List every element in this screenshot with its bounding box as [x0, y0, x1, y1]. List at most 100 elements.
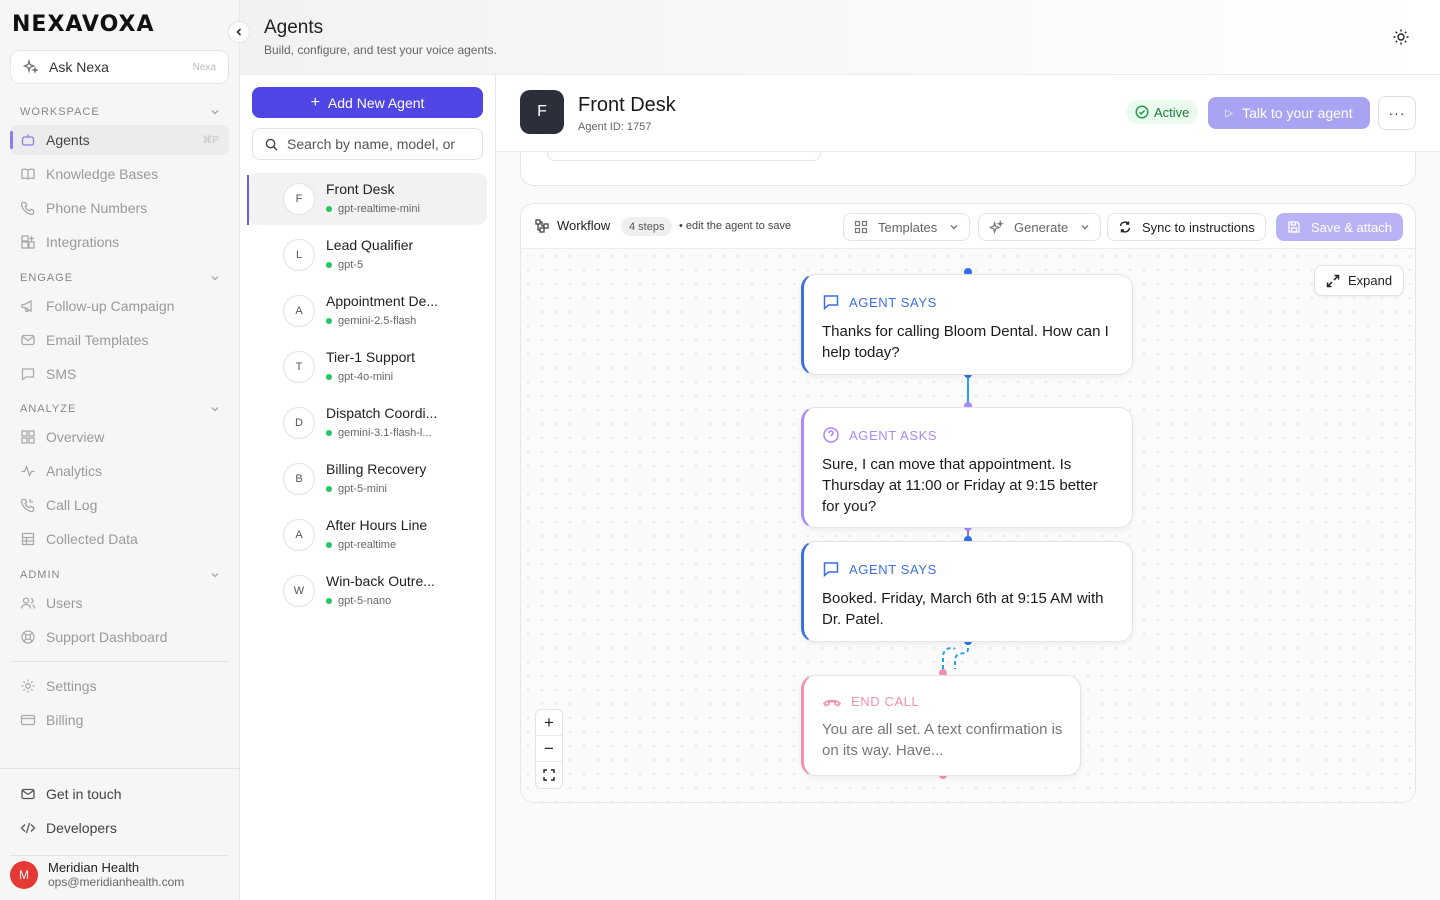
settings-card	[520, 152, 1416, 186]
search-input[interactable]	[287, 136, 457, 152]
sidebar-item-call-log[interactable]: Call Log	[10, 490, 229, 520]
agent-list-item[interactable]: B Billing Recovery gpt-5-mini	[248, 453, 487, 505]
sidebar-item-follow-up-campaign[interactable]: Follow-up Campaign	[10, 291, 229, 321]
templates-dropdown[interactable]: Templates	[843, 213, 971, 241]
sidebar-item-label: Billing	[46, 712, 84, 728]
section-engage[interactable]: ENGAGE	[20, 272, 220, 284]
fit-view-button[interactable]	[536, 762, 562, 788]
sidebar-item-label: Settings	[46, 678, 97, 694]
theme-toggle-button[interactable]	[1392, 28, 1410, 51]
ask-nexa-label: Ask Nexa	[49, 59, 109, 75]
sidebar-item-label: Users	[46, 595, 83, 611]
phone-off-icon	[822, 699, 842, 707]
workflow-canvas[interactable]: Expand AGENT SAYS Thanks for calling Blo…	[521, 249, 1415, 802]
sidebar-item-sms[interactable]: SMS	[10, 359, 229, 389]
sync-to-instructions-button[interactable]: Sync to instructions	[1107, 213, 1266, 241]
expand-button[interactable]: Expand	[1314, 265, 1405, 296]
page-title: Agents	[264, 17, 324, 38]
sidebar-item-overview[interactable]: Overview	[10, 422, 229, 452]
sidebar-item-agents[interactable]: Agents ⌘P	[10, 125, 229, 155]
agent-list-item[interactable]: T Tier-1 Support gpt-4o-mini	[248, 341, 487, 393]
sidebar-item-email-templates[interactable]: Email Templates	[10, 325, 229, 355]
sidebar-item-label: Call Log	[46, 497, 98, 513]
section-workspace[interactable]: WORKSPACE	[20, 106, 220, 118]
sidebar-item-collected-data[interactable]: Collected Data	[10, 524, 229, 554]
agent-list-item[interactable]: W Win-back Outre... gpt-5-nano	[248, 565, 487, 617]
sidebar-item-analytics[interactable]: Analytics	[10, 456, 229, 486]
section-title: ENGAGE	[20, 272, 74, 284]
agent-name: Appointment De...	[326, 293, 439, 309]
agent-avatar: D	[283, 407, 315, 439]
shortcut-hint: ⌘P	[202, 134, 219, 146]
agent-header: F Front Desk Agent ID: 1757 Active ▷ Tal…	[496, 75, 1440, 152]
sidebar-item-billing[interactable]: Billing	[10, 705, 229, 735]
section-admin[interactable]: ADMIN	[20, 569, 220, 581]
code-icon	[20, 822, 36, 834]
search-icon	[265, 138, 278, 151]
sidebar-item-knowledge-bases[interactable]: Knowledge Bases	[10, 159, 229, 189]
expand-icon	[1326, 274, 1340, 287]
table-icon	[21, 532, 35, 546]
status-dot	[326, 374, 332, 380]
grid-icon	[854, 220, 868, 234]
workflow-node-end-call[interactable]: END CALL You are all set. A text confirm…	[801, 675, 1081, 776]
sidebar-item-label: Analytics	[46, 463, 103, 479]
agent-list-item[interactable]: F Front Desk gpt-realtime-mini	[247, 173, 487, 225]
agent-name: After Hours Line	[326, 517, 428, 533]
agent-list-item[interactable]: L Lead Qualifier gpt-5	[248, 229, 487, 281]
node-text: Booked. Friday, March 6th at 9:15 AM wit…	[822, 590, 1104, 628]
workflow-node-agent-asks[interactable]: AGENT ASKS Sure, I can move that appoint…	[801, 407, 1133, 528]
generate-dropdown[interactable]: Generate	[978, 213, 1102, 241]
users-icon	[20, 597, 36, 609]
sidebar-item-phone-numbers[interactable]: Phone Numbers	[10, 193, 229, 223]
node-kind: AGENT SAYS	[849, 294, 937, 310]
zoom-in-button[interactable]: +	[536, 710, 562, 736]
collapse-sidebar-button[interactable]	[228, 21, 250, 43]
add-new-agent-button[interactable]: + Add New Agent	[252, 87, 483, 118]
zoom-out-button[interactable]: −	[536, 736, 562, 762]
sidebar-item-get-in-touch[interactable]: Get in touch	[10, 779, 229, 809]
agent-name: Billing Recovery	[326, 461, 427, 477]
sidebar-item-settings[interactable]: Settings	[10, 671, 229, 701]
workflow-node-agent-says[interactable]: AGENT SAYS Thanks for calling Bloom Dent…	[801, 274, 1133, 375]
sidebar-item-label: Get in touch	[46, 786, 122, 802]
chevron-down-icon	[211, 110, 219, 115]
node-text: You are all set. A text confirmation is …	[822, 721, 1063, 759]
agent-avatar: L	[283, 239, 315, 271]
workflow-node-agent-says[interactable]: AGENT SAYS Booked. Friday, March 6th at …	[801, 541, 1133, 642]
chevron-down-icon	[211, 407, 219, 412]
talk-to-agent-button[interactable]: ▷ Talk to your agent	[1208, 97, 1370, 129]
save-and-attach-button[interactable]: Save & attach	[1276, 213, 1403, 241]
page-header: Agents Build, configure, and test your v…	[240, 0, 1440, 75]
agent-name: Tier-1 Support	[326, 349, 415, 365]
agent-id: Agent ID: 1757	[578, 121, 652, 133]
message-square-icon	[823, 562, 839, 578]
sidebar-item-users[interactable]: Users	[10, 588, 229, 618]
generate-label: Generate	[1014, 219, 1069, 235]
sidebar-item-label: Support Dashboard	[46, 629, 168, 645]
status-label: Active	[1154, 104, 1190, 120]
agent-list-item[interactable]: D Dispatch Coordi... gemini-3.1-flash-l...	[248, 397, 487, 449]
sidebar-item-integrations[interactable]: Integrations	[10, 227, 229, 257]
sidebar-item-label: Integrations	[46, 234, 120, 250]
sidebar-item-support-dashboard[interactable]: Support Dashboard	[10, 622, 229, 652]
agent-search[interactable]	[252, 128, 483, 160]
sidebar-item-developers[interactable]: Developers	[10, 813, 229, 843]
settings-card-inner	[547, 152, 821, 161]
zoom-controls: + −	[535, 709, 563, 789]
agent-list-item[interactable]: A Appointment De... gemini-2.5-flash	[248, 285, 487, 337]
section-title: WORKSPACE	[20, 106, 100, 118]
more-options-button[interactable]: ···	[1378, 96, 1416, 130]
section-title: ADMIN	[20, 569, 61, 581]
brand-logo[interactable]: NEXAVOXA	[12, 12, 154, 37]
status-dot	[326, 430, 332, 436]
workflow-label: Workflow	[535, 218, 610, 233]
sidebar-item-label: SMS	[46, 366, 77, 382]
chevron-down-icon	[950, 225, 958, 230]
megaphone-icon	[21, 299, 32, 313]
ask-nexa-button[interactable]: Ask Nexa Nexa	[10, 50, 229, 84]
user-profile[interactable]: M Meridian Health ops@meridianhealth.com	[10, 860, 184, 889]
agent-name: Lead Qualifier	[326, 237, 414, 253]
agent-list-item[interactable]: A After Hours Line gpt-realtime	[248, 509, 487, 561]
section-analyze[interactable]: ANALYZE	[20, 403, 220, 415]
